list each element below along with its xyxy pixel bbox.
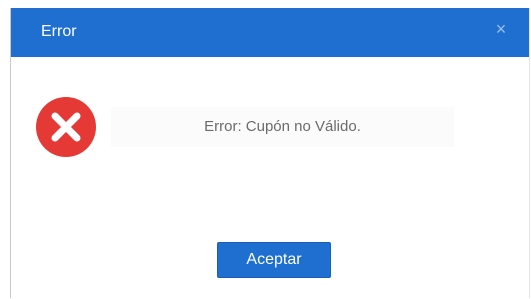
- error-message: Error: Cupón no Válido.: [111, 107, 454, 147]
- accept-button[interactable]: Aceptar: [217, 242, 331, 278]
- dialog-titlebar: Error ×: [11, 8, 529, 57]
- close-icon[interactable]: ×: [493, 20, 509, 38]
- error-icon: [36, 97, 96, 157]
- dialog-title: Error: [41, 23, 77, 40]
- error-dialog: Error × Error: Cupón no Válido. Aceptar: [10, 8, 530, 298]
